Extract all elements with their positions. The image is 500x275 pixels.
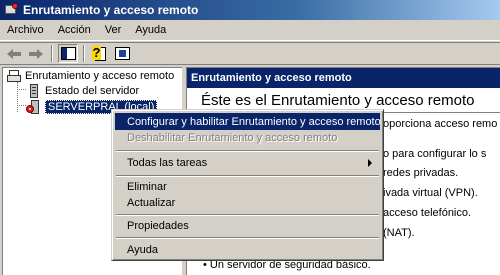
toolbar: ? xyxy=(0,42,500,65)
menu-bar: Archivo Acción Ver Ayuda xyxy=(0,20,500,41)
context-menu: Configurar y habilitar Enrutamiento y ac… xyxy=(111,109,384,261)
menu-item-all-tasks[interactable]: Todas las tareas xyxy=(115,154,380,171)
menu-ver[interactable]: Ver xyxy=(98,24,129,36)
menu-separator xyxy=(116,150,379,152)
help-icon: ? xyxy=(92,45,108,62)
show-hide-tree-button[interactable] xyxy=(58,44,78,63)
forward-icon xyxy=(29,48,43,59)
details-line: o para configurar lo s xyxy=(383,148,487,160)
back-icon xyxy=(7,48,21,59)
back-button[interactable] xyxy=(4,44,24,63)
toolbar-separator xyxy=(83,45,85,62)
details-line: acceso telefónico. xyxy=(383,207,472,219)
tree-item-server-status-label: Estado del servidor xyxy=(45,85,140,97)
menu-separator xyxy=(116,175,379,177)
details-line: ivada virtual (VPN). xyxy=(383,187,478,199)
menu-item-disable: Deshabilitar Enrutamiento y acceso remot… xyxy=(127,131,338,144)
show-hide-tree-icon xyxy=(60,47,76,60)
tree-item-root-label: Enrutamiento y acceso remoto xyxy=(25,70,175,82)
menu-accion[interactable]: Acción xyxy=(51,24,98,36)
details-header: Enrutamiento y acceso remoto xyxy=(187,68,500,89)
properties-icon xyxy=(114,47,130,60)
welcome-title: Éste es el Enrutamiento y acceso remoto xyxy=(201,92,475,109)
details-line: (NAT). xyxy=(383,227,415,239)
menu-item-configure-enable[interactable]: Configurar y habilitar Enrutamiento y ac… xyxy=(115,113,381,130)
menu-archivo[interactable]: Archivo xyxy=(0,24,51,36)
menu-ayuda[interactable]: Ayuda xyxy=(128,24,173,36)
routing-icon xyxy=(6,69,22,83)
server-stopped-icon xyxy=(26,100,42,114)
details-line: oporciona acceso remo xyxy=(383,118,498,130)
window-title: Enrutamiento y acceso remoto xyxy=(23,3,199,17)
help-button[interactable]: ? xyxy=(90,44,110,63)
server-status-icon xyxy=(26,84,42,98)
submenu-arrow-icon xyxy=(368,159,372,167)
menu-separator xyxy=(116,237,379,239)
menu-separator xyxy=(116,214,379,216)
menu-item-refresh[interactable]: Actualizar xyxy=(115,194,380,211)
menu-item-delete[interactable]: Eliminar xyxy=(115,178,380,195)
toolbar-separator xyxy=(51,45,53,62)
forward-button[interactable] xyxy=(26,44,46,63)
tree-item-root[interactable]: Enrutamiento y acceso remoto xyxy=(6,68,174,84)
menu-item-properties[interactable]: Propiedades xyxy=(115,217,380,234)
title-bar[interactable]: Enrutamiento y acceso remoto xyxy=(0,0,500,20)
app-icon xyxy=(4,3,18,17)
menu-item-all-tasks-label: Todas las tareas xyxy=(127,156,208,169)
tree-item-server-status[interactable]: Estado del servidor xyxy=(26,83,139,99)
properties-button[interactable] xyxy=(112,44,132,63)
menu-item-help[interactable]: Ayuda xyxy=(115,241,380,258)
details-line: redes privadas. xyxy=(383,167,459,179)
